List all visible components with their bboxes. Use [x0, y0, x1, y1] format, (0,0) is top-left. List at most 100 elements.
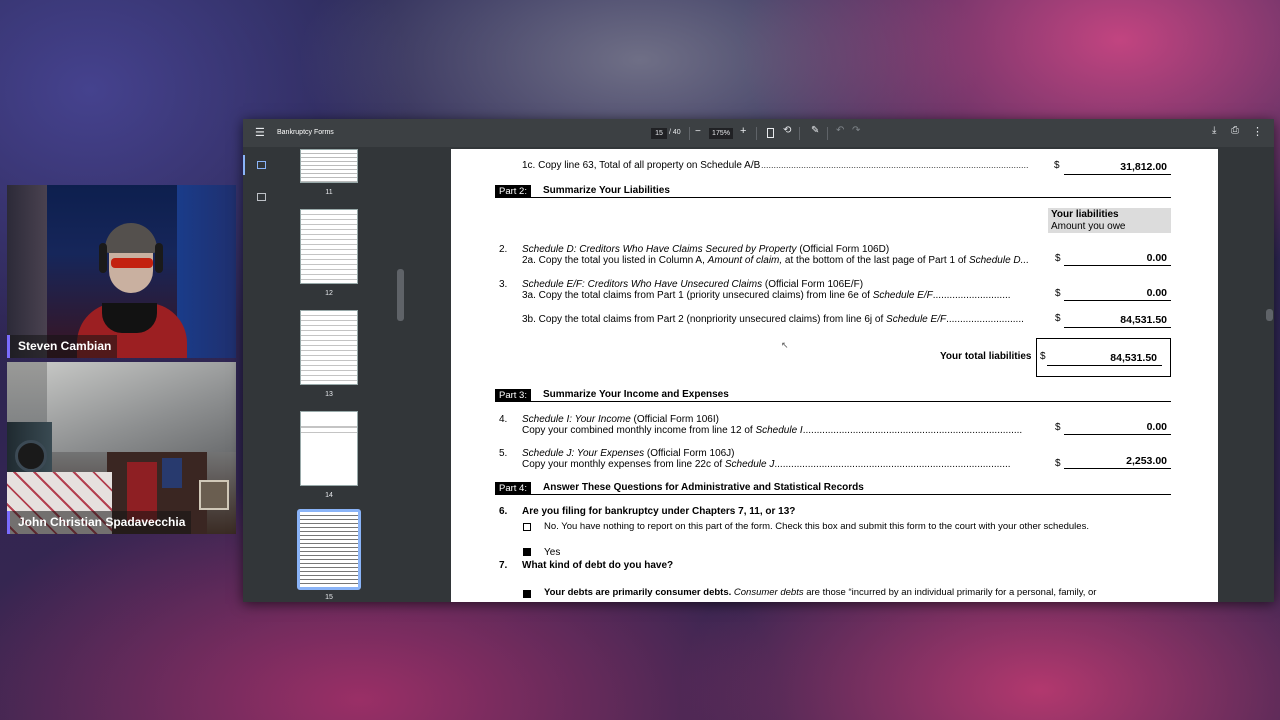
thumbnail-number: 15	[325, 594, 333, 601]
line-2-heading: Schedule D: Creditors Who Have Claims Se…	[522, 244, 890, 255]
amount-underline	[1064, 265, 1171, 266]
separator	[827, 127, 828, 140]
amount-3a: 0.00	[1146, 287, 1167, 299]
line-1c-dots: ........................................…	[761, 160, 1029, 170]
line-2a-text: 2a. Copy the total you listed in Column …	[522, 255, 1029, 266]
thumbnail-number: 11	[325, 189, 333, 196]
amount-4: 0.00	[1146, 421, 1167, 433]
participant-video-1	[7, 185, 236, 358]
total-liabilities-amount: 84,531.50	[1110, 352, 1157, 364]
print-icon[interactable]: ⎙	[1231, 125, 1239, 136]
line-1c-text: 1c. Copy line 63, Total of all property …	[522, 160, 761, 171]
document-scrollbar-track	[1265, 149, 1274, 602]
dollar-sign: $	[1055, 253, 1061, 264]
amount-underline	[1064, 327, 1171, 328]
thumbnail-panel: 11 12 13 14 15	[280, 149, 397, 602]
separator	[799, 127, 800, 140]
thumbnail-scrollbar[interactable]	[397, 269, 404, 321]
part-2-rule	[495, 197, 1171, 198]
rotate-icon[interactable]: ⟲	[783, 125, 791, 136]
thumbnail-number: 13	[325, 391, 333, 398]
separator	[756, 127, 757, 140]
pdf-page: 1c. Copy line 63, Total of all property …	[451, 149, 1218, 602]
page-thumbnail-14[interactable]	[300, 411, 358, 486]
question-6-number: 6.	[499, 506, 508, 517]
page-thumbnail-11[interactable]	[300, 149, 358, 183]
line-5-text: Copy your monthly expenses from line 22c…	[522, 459, 1011, 470]
webcam-tile-2: John Christian Spadavecchia	[7, 362, 236, 534]
liabilities-column-subtitle: Amount you owe	[1051, 221, 1126, 232]
mouse-cursor-icon: ↖	[781, 340, 789, 350]
line-4-number: 4.	[499, 414, 508, 425]
part-4-title: Answer These Questions for Administrativ…	[543, 482, 864, 493]
page-total: / 40	[669, 129, 681, 136]
zoom-input[interactable]: 175%	[709, 128, 733, 139]
amount-underline	[1064, 434, 1171, 435]
pdf-viewer-window: ☰ Bankruptcy Forms 15 / 40 − 175% + ⟲ ✎ …	[243, 119, 1274, 602]
line-4-text: Copy your combined monthly income from l…	[522, 425, 1023, 436]
page-thumbnail-13[interactable]	[300, 310, 358, 385]
amount-underline	[1047, 365, 1162, 366]
active-tab-indicator	[243, 155, 245, 175]
amount-underline	[1064, 174, 1171, 175]
annotate-icon[interactable]: ✎	[811, 125, 819, 136]
question-6-text: Are you filing for bankruptcy under Chap…	[522, 506, 796, 517]
thumbnail-scroll-track	[396, 149, 405, 602]
line-3a-text: 3a. Copy the total claims from Part 1 (p…	[522, 290, 1011, 301]
liabilities-column-title: Your liabilities	[1051, 209, 1119, 220]
part-3-rule	[495, 401, 1171, 402]
page-number-input[interactable]: 15	[651, 128, 667, 139]
amount-2a: 0.00	[1146, 252, 1167, 264]
checkbox-yes-checked[interactable]	[523, 548, 531, 556]
page-thumbnail-12[interactable]	[300, 209, 358, 284]
participant-name-2: John Christian Spadavecchia	[7, 511, 192, 534]
menu-icon[interactable]: ☰	[255, 126, 265, 139]
participant-name-1: Steven Cambian	[7, 335, 118, 358]
download-icon[interactable]: ⤓	[1212, 125, 1216, 136]
sidebar-tabs	[243, 149, 279, 602]
amount-underline	[1064, 468, 1171, 469]
line-4-heading: Schedule I: Your Income (Official Form 1…	[522, 414, 719, 425]
dollar-sign: $	[1055, 313, 1061, 324]
dollar-sign: $	[1055, 422, 1061, 433]
amount-1c: 31,812.00	[1120, 161, 1167, 173]
viewer-toolbar: ☰ Bankruptcy Forms 15 / 40 − 175% + ⟲ ✎ …	[243, 119, 1274, 147]
line-5-heading: Schedule J: Your Expenses (Official Form…	[522, 448, 735, 459]
thumbnail-number: 14	[325, 492, 333, 499]
outline-tab-icon[interactable]	[257, 193, 266, 201]
document-title: Bankruptcy Forms	[277, 129, 334, 136]
amount-3b: 84,531.50	[1120, 314, 1167, 326]
line-2-number: 2.	[499, 244, 508, 255]
amount-5: 2,253.00	[1126, 455, 1167, 467]
fit-page-icon[interactable]	[767, 128, 774, 138]
document-scrollbar[interactable]	[1266, 309, 1273, 321]
thumbnails-tab-icon[interactable]	[257, 161, 266, 169]
option-no-text: No. You have nothing to report on this p…	[544, 521, 1089, 532]
line-3-number: 3.	[499, 279, 508, 290]
more-options-icon[interactable]: ⋮	[1252, 125, 1263, 138]
redo-icon[interactable]: ↷	[852, 125, 860, 136]
option-yes-text: Yes	[544, 547, 561, 558]
dollar-sign: $	[1054, 160, 1060, 171]
separator	[689, 127, 690, 140]
dollar-sign: $	[1055, 458, 1061, 469]
page-thumbnail-15-selected[interactable]	[297, 509, 361, 590]
question-7-text: What kind of debt do you have?	[522, 560, 674, 571]
question-7-number: 7.	[499, 560, 508, 571]
total-liabilities-label: Your total liabilities	[940, 351, 1032, 362]
zoom-out-button[interactable]: −	[695, 126, 701, 137]
line-3-heading: Schedule E/F: Creditors Who Have Unsecur…	[522, 279, 864, 290]
checkbox-consumer-debts-checked[interactable]	[523, 590, 531, 598]
dollar-sign: $	[1040, 351, 1046, 362]
zoom-in-button[interactable]: +	[740, 125, 746, 137]
undo-icon[interactable]: ↶	[836, 125, 844, 136]
dollar-sign: $	[1055, 288, 1061, 299]
participant-video-2	[7, 362, 236, 534]
line-3b-text: 3b. Copy the total claims from Part 2 (n…	[522, 314, 1024, 325]
amount-underline	[1064, 300, 1171, 301]
checkbox-no[interactable]	[523, 523, 531, 531]
line-5-number: 5.	[499, 448, 508, 459]
option-consumer-debts-text: Your debts are primarily consumer debts.…	[544, 587, 1097, 598]
part-4-rule	[495, 494, 1171, 495]
part-2-title: Summarize Your Liabilities	[543, 185, 670, 196]
